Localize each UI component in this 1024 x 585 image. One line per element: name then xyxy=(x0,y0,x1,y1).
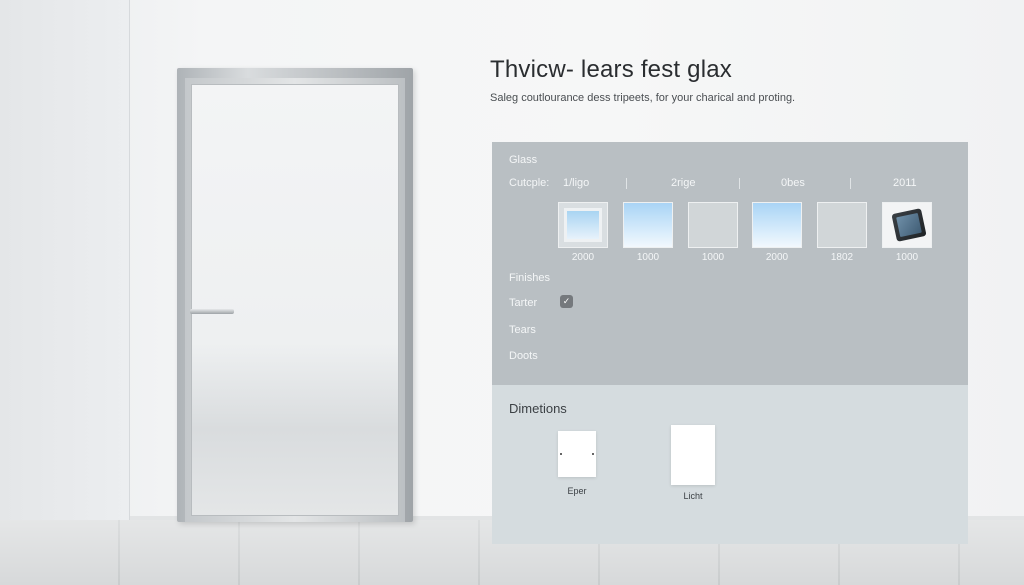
swatch-clear-frame[interactable] xyxy=(558,202,608,248)
divider xyxy=(626,178,627,189)
swatch-blue-gradient[interactable] xyxy=(752,202,802,248)
glass-finish-section: Glass Cutcple: 1/ligo 2rige 0bes 2011 20… xyxy=(492,142,968,385)
swatch-blue-tint[interactable] xyxy=(623,202,673,248)
cutout-label: Cutcple: xyxy=(509,177,550,189)
cutout-option-1[interactable]: 1/ligo xyxy=(563,177,589,189)
marker-dot xyxy=(560,453,562,455)
cutout-options-row: Cutcple: 1/ligo 2rige 0bes 2011 xyxy=(509,177,949,191)
page-subtitle: Saleg coutlourance dess tripeets, for yo… xyxy=(490,92,796,104)
left-wall xyxy=(0,0,130,540)
door-preview xyxy=(177,68,413,522)
divider xyxy=(739,178,740,189)
dimensions-label: Dimetions xyxy=(509,401,567,416)
cutout-option-2[interactable]: 2rige xyxy=(671,177,695,189)
swatch-tablet[interactable] xyxy=(882,202,932,248)
checkmark-icon[interactable]: ✓ xyxy=(560,295,573,308)
configurator-panel: Glass Cutcple: 1/ligo 2rige 0bes 2011 20… xyxy=(492,142,968,544)
marker-dot xyxy=(592,453,594,455)
finish-item-tears[interactable]: Tears xyxy=(509,324,536,336)
dimensions-section: Dimetions Eper Licht xyxy=(492,385,968,544)
finishes-label: Finishes xyxy=(509,272,550,284)
dimension-option-licht[interactable] xyxy=(671,425,715,485)
page-title: Thvicw- lears fest glax xyxy=(490,56,732,83)
cutout-option-4[interactable]: 2011 xyxy=(893,177,917,189)
finish-item-tarter[interactable]: Tarter xyxy=(509,297,537,309)
door-handle xyxy=(190,309,234,314)
cutout-option-3[interactable]: 0bes xyxy=(781,177,805,189)
dimension-caption: Licht xyxy=(683,491,703,501)
dimension-option-eper[interactable] xyxy=(558,431,596,477)
swatch-value: 2000 xyxy=(765,252,789,263)
divider xyxy=(850,178,851,189)
door-glass-pane xyxy=(191,84,399,516)
swatch-value: 1802 xyxy=(830,252,854,263)
tablet-icon xyxy=(891,208,927,242)
door-leaf xyxy=(185,78,405,522)
swatch-value: 1000 xyxy=(895,252,919,263)
glass-section-label: Glass xyxy=(509,154,538,166)
dimension-caption: Eper xyxy=(567,486,587,496)
swatch-frosted[interactable] xyxy=(688,202,738,248)
swatch-value: 1000 xyxy=(701,252,725,263)
swatch-value: 1000 xyxy=(636,252,660,263)
finish-item-doots[interactable]: Doots xyxy=(509,350,538,362)
swatch-value: 2000 xyxy=(571,252,595,263)
swatch-frosted-light[interactable] xyxy=(817,202,867,248)
